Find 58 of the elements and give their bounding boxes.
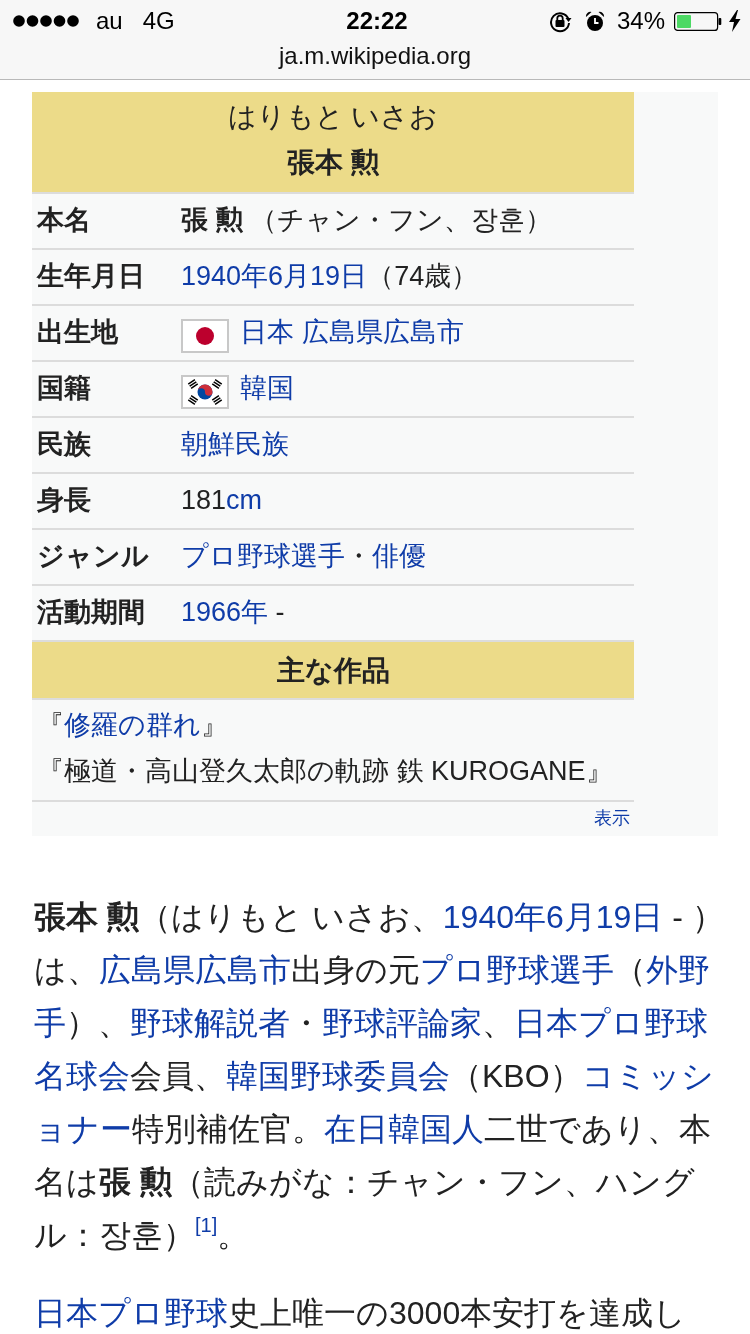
field-label: 活動期間 bbox=[37, 596, 146, 630]
work-title-link[interactable]: 修羅の群れ bbox=[64, 704, 201, 746]
field-value-text: 張 勲 （チャン・フン、장훈） bbox=[181, 204, 553, 238]
article-link[interactable]: 野球評論家 bbox=[322, 1005, 482, 1041]
field-value-text: 181 bbox=[181, 484, 227, 518]
article-link[interactable]: 日本プロ野球 bbox=[34, 1295, 228, 1331]
field-value-text: ・ bbox=[345, 540, 372, 574]
field-value-link[interactable]: cm bbox=[226, 484, 263, 518]
person-name: 張本 勲 bbox=[287, 146, 379, 180]
article-link[interactable]: 1940年6月19日 bbox=[442, 899, 664, 935]
battery-percent: 34% bbox=[616, 9, 665, 33]
japan-flag-icon bbox=[181, 319, 229, 353]
article-paragraph: 日本プロ野球史上唯一の3000本安打を達成し bbox=[34, 1294, 687, 1333]
article-link[interactable]: 在日韓国人 bbox=[324, 1111, 484, 1147]
field-label: ジャンル bbox=[37, 540, 150, 574]
section-title: 主な作品 bbox=[276, 653, 390, 688]
article-link[interactable]: 野球解説者 bbox=[130, 1005, 290, 1041]
article-paragraph: 張本 勲（はりもと いさお、1940年6月19日 - ） は、広島県広島市出身の元プロ野球選手（外野 手）、野球解説者・野球評論家、日本プロ野球 名球会会員、韓国野球委員会（KBO）コミッシ ョナー特別補佐官。在日韓国人二世であり、本 名は張 勲（読みがな：チャン・フン、ハング ル：장훈）$^{[1]}$。 bbox=[34, 898, 724, 1255]
article-link[interactable]: プロ野球選手 bbox=[420, 952, 614, 988]
article-link[interactable]: 外野 bbox=[646, 952, 710, 988]
article-link[interactable]: 韓国野球委員会 bbox=[226, 1058, 450, 1094]
field-value-link[interactable]: 1940年6月19日 bbox=[181, 260, 368, 294]
battery-icon bbox=[674, 11, 722, 31]
field-label: 生年月日 bbox=[37, 260, 146, 294]
article-link[interactable]: ョナー bbox=[34, 1111, 132, 1147]
reference-link[interactable]: [1] bbox=[195, 1214, 218, 1236]
field-value-link[interactable]: 韓国 bbox=[240, 372, 294, 406]
alarm-clock-icon bbox=[584, 10, 605, 32]
article-link[interactable]: 広島県広島市 bbox=[99, 952, 291, 988]
work-title-text: 『極道・高山登久太郎の軌跡 鉄 KUROGANE』 bbox=[37, 754, 613, 788]
field-label: 出生地 bbox=[37, 316, 119, 350]
field-label: 国籍 bbox=[37, 372, 92, 406]
field-value-link[interactable]: 日本 広島県広島市 bbox=[240, 316, 464, 350]
article-link[interactable]: 手 bbox=[34, 1005, 66, 1041]
charging-bolt-icon bbox=[728, 10, 741, 32]
rotation-lock-icon bbox=[547, 9, 572, 33]
field-value-link[interactable]: プロ野球選手 bbox=[181, 540, 345, 574]
field-label: 身長 bbox=[37, 484, 92, 518]
field-label: 民族 bbox=[37, 428, 92, 462]
show-link[interactable]: 表示 bbox=[594, 808, 630, 830]
article-link[interactable]: 日本プロ野球 bbox=[514, 1005, 708, 1041]
clock-time: 22:22 bbox=[346, 9, 408, 33]
signal-strength-icon bbox=[13, 15, 79, 27]
address-url[interactable]: ja.m.wikipedia.org bbox=[278, 42, 472, 70]
name-reading: はりもと いさお bbox=[227, 100, 439, 134]
field-value-link[interactable]: 俳優 bbox=[372, 540, 426, 574]
network-type: 4G bbox=[142, 9, 175, 33]
carrier-name: au bbox=[96, 9, 123, 33]
field-label: 本名 bbox=[37, 204, 92, 238]
field-value-link[interactable]: 1966年 bbox=[181, 596, 269, 630]
field-value-link[interactable]: 朝鮮民族 bbox=[181, 428, 289, 462]
work-title-text: 『 bbox=[37, 708, 64, 742]
field-value-text: （74歳） bbox=[367, 260, 479, 294]
work-title-text: 』 bbox=[201, 708, 228, 742]
article-link[interactable]: コミッシ bbox=[581, 1058, 714, 1094]
korea-flag-icon bbox=[181, 375, 229, 409]
field-value-text: - bbox=[274, 596, 285, 630]
article-link[interactable]: 名球会 bbox=[34, 1058, 130, 1094]
